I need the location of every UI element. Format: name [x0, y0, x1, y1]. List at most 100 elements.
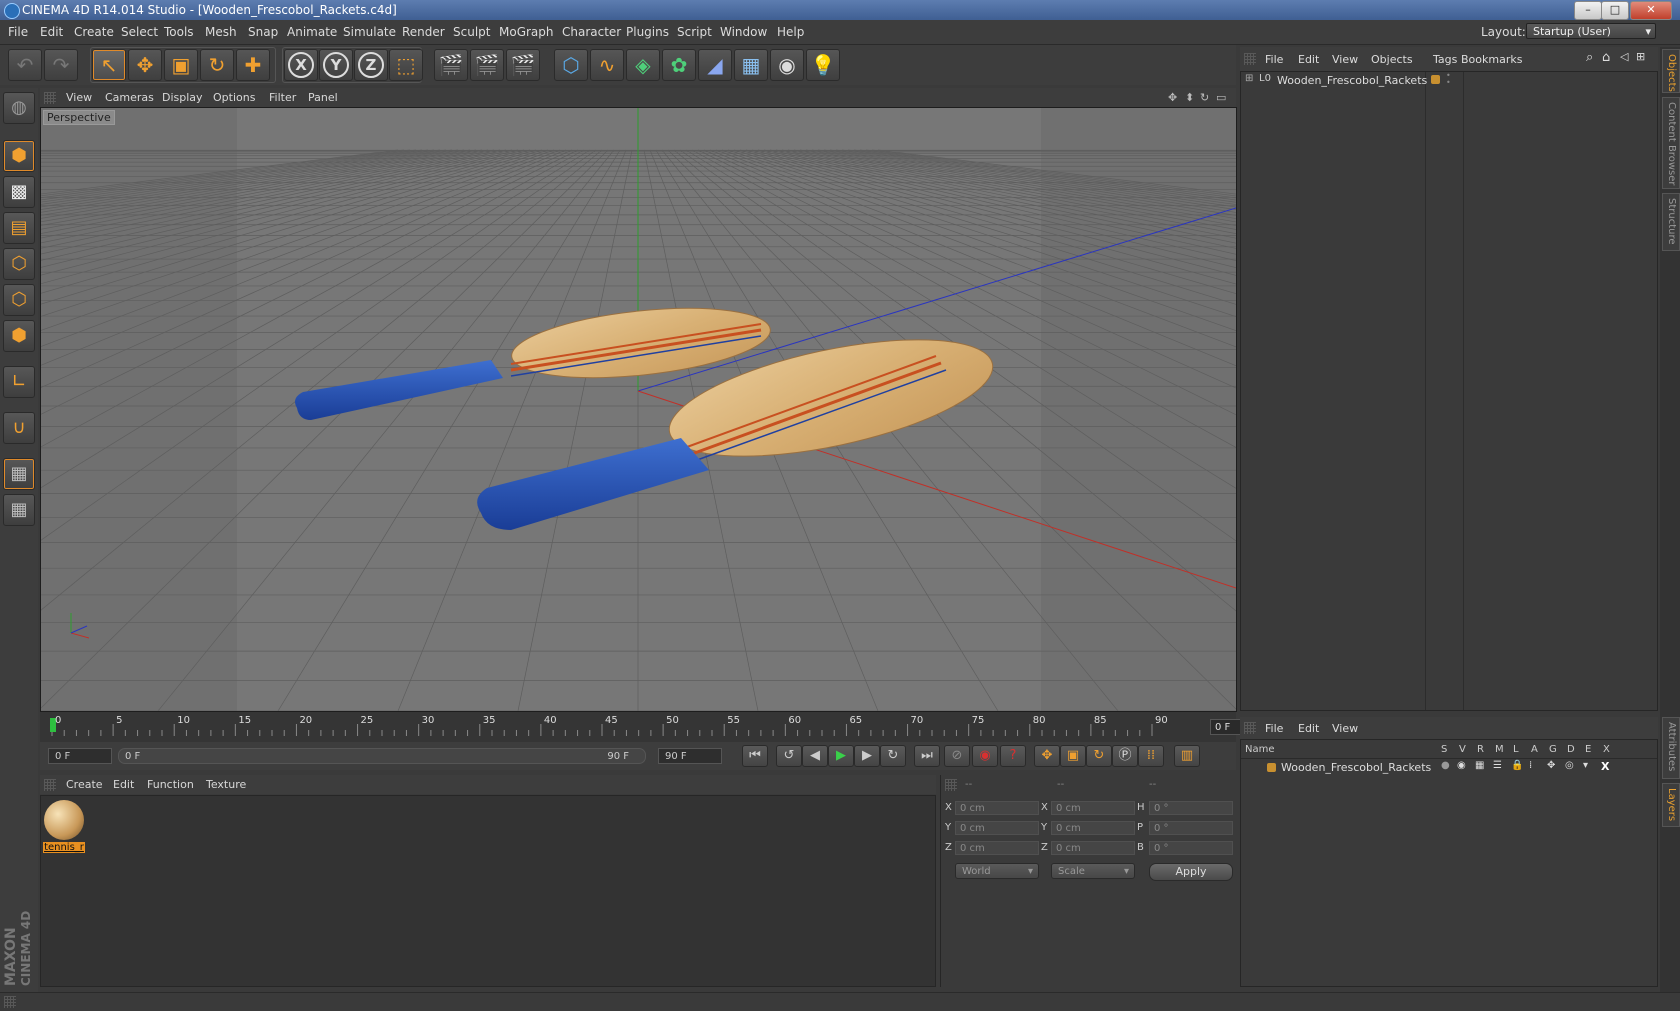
home-icon[interactable]: ⌂ [1602, 50, 1610, 65]
menu-help[interactable]: Help [777, 25, 804, 39]
coord-rot-p-field[interactable]: 0 ° [1149, 821, 1233, 835]
viewport-zoom-icon[interactable]: ⬍ [1185, 91, 1194, 104]
column-manager[interactable]: M [1495, 744, 1504, 755]
play-button[interactable]: ▶ [828, 745, 854, 767]
maximize-button[interactable]: □ [1601, 1, 1629, 20]
viewport-menu-panel[interactable]: Panel [308, 91, 338, 104]
panel-grip-icon[interactable] [1244, 53, 1256, 65]
viewport-maximize-icon[interactable]: ▭ [1216, 91, 1226, 104]
timeline-window-button[interactable]: ▥ [1174, 745, 1200, 767]
search-icon[interactable]: ⌕ [1586, 50, 1593, 65]
column-solo[interactable]: S [1441, 744, 1447, 755]
object-menu-edit[interactable]: Edit [1298, 53, 1319, 66]
go-to-start-button[interactable]: ⏮ [742, 745, 768, 767]
layer-menu-edit[interactable]: Edit [1298, 722, 1319, 735]
menu-mograph[interactable]: MoGraph [499, 25, 554, 39]
eye-icon[interactable]: ◉ [1457, 760, 1466, 771]
redo-button[interactable]: ↷ [44, 49, 78, 81]
panel-grip-icon[interactable] [1244, 722, 1256, 734]
coordinate-space-select[interactable]: World ▾ [955, 863, 1039, 879]
generator-icon[interactable]: ✥ [1547, 760, 1555, 771]
object-menu-file[interactable]: File [1265, 53, 1283, 66]
column-render[interactable]: R [1477, 744, 1484, 755]
menu-edit[interactable]: Edit [40, 25, 63, 39]
column-name[interactable]: Name [1245, 744, 1275, 755]
object-menu-tags[interactable]: Tags [1433, 53, 1457, 66]
layer-color-icon[interactable] [1267, 763, 1276, 772]
undo-button[interactable]: ↶ [8, 49, 42, 81]
object-menu-bookmarks[interactable]: Bookmarks [1461, 53, 1522, 66]
solo-dot-icon[interactable]: ● [1441, 760, 1450, 771]
array-button[interactable]: ✿ [662, 49, 696, 81]
perspective-viewport[interactable]: Perspective [40, 107, 1237, 712]
panel-grip-icon[interactable] [44, 779, 56, 791]
menu-file[interactable]: File [8, 25, 28, 39]
menu-simulate[interactable]: Simulate [343, 25, 396, 39]
previous-key-button[interactable]: ↺ [776, 745, 802, 767]
key-rotation-button[interactable]: ↻ [1086, 745, 1112, 767]
new-window-icon[interactable]: ⊞ [1636, 50, 1645, 63]
viewport-move-icon[interactable]: ✥ [1168, 91, 1177, 104]
keyframe-selection-button[interactable]: ? [1000, 745, 1026, 767]
coord-pos-z-field[interactable]: 0 cm [955, 841, 1039, 855]
coord-size-z-field[interactable]: 0 cm [1051, 841, 1135, 855]
manager-icon[interactable]: ☰ [1493, 760, 1502, 771]
column-view[interactable]: V [1459, 744, 1466, 755]
tab-layers[interactable]: Layers [1662, 783, 1680, 827]
cube-object-button[interactable]: ⬡ [554, 49, 588, 81]
edges-mode-button[interactable]: ⬡ [3, 284, 35, 316]
menu-create[interactable]: Create [74, 25, 114, 39]
menu-animate[interactable]: Animate [287, 25, 337, 39]
tab-attributes[interactable]: Attributes [1662, 717, 1680, 779]
end-frame-field[interactable]: 90 F [658, 748, 722, 764]
key-parameter-button[interactable]: Ⓟ [1112, 745, 1138, 767]
menu-script[interactable]: Script [677, 25, 712, 39]
column-deformers[interactable]: D [1567, 744, 1575, 755]
expand-icon[interactable]: ⊞ [1245, 73, 1253, 84]
apply-button[interactable]: Apply [1149, 863, 1233, 881]
menu-mesh[interactable]: Mesh [205, 25, 237, 39]
viewport-rotate-icon[interactable]: ↻ [1200, 91, 1209, 104]
render-icon[interactable]: ▦ [1475, 760, 1484, 771]
go-to-end-button[interactable]: ⏭ [914, 745, 940, 767]
coord-rot-h-field[interactable]: 0 ° [1149, 801, 1233, 815]
key-point-level-button[interactable]: ⁞⁞ [1138, 745, 1164, 767]
subdivision-surface-button[interactable]: ◈ [626, 49, 660, 81]
z-axis-button[interactable]: Z [354, 49, 388, 81]
viewport-menu-cameras[interactable]: Cameras [105, 91, 154, 104]
start-frame-field[interactable]: 0 F [48, 748, 112, 764]
model-mode-button[interactable]: ⬢ [3, 140, 35, 172]
tab-structure[interactable]: Structure [1662, 193, 1680, 251]
menu-character[interactable]: Character [562, 25, 621, 39]
autokey-button[interactable]: ◉ [972, 745, 998, 767]
back-icon[interactable]: ◁ [1620, 50, 1628, 63]
material-thumbnail[interactable]: tennis_r [43, 798, 85, 853]
layer-menu-file[interactable]: File [1265, 722, 1283, 735]
key-position-button[interactable]: ✥ [1034, 745, 1060, 767]
coordinate-mode-select[interactable]: Scale ▾ [1051, 863, 1135, 879]
render-view-button[interactable]: 🎬 [434, 49, 468, 81]
column-locked[interactable]: L [1513, 744, 1519, 755]
menu-tools[interactable]: Tools [164, 25, 194, 39]
coord-rot-b-field[interactable]: 0 ° [1149, 841, 1233, 855]
workplane-lock-button[interactable]: ▦ [3, 458, 35, 490]
workplane-rotate-button[interactable]: ▦ [3, 494, 35, 526]
points-mode-button[interactable]: ⬡ [3, 248, 35, 280]
layer-row[interactable]: Wooden_Frescobol_Rackets ● ◉ ▦ ☰ 🔒 ⁞ ✥ ◎… [1241, 760, 1657, 776]
menu-snap[interactable]: Snap [248, 25, 278, 39]
floor-button[interactable]: ▦ [734, 49, 768, 81]
column-expressions[interactable]: E [1585, 744, 1591, 755]
column-xref[interactable]: X [1603, 744, 1610, 755]
camera-button[interactable]: ◉ [770, 49, 804, 81]
make-editable-button[interactable]: ◍ [3, 92, 35, 124]
column-generators[interactable]: G [1549, 744, 1557, 755]
material-menu-texture[interactable]: Texture [206, 778, 246, 791]
layout-select[interactable]: Startup (User) ▾ [1526, 23, 1656, 39]
workplane-mode-button[interactable]: ▤ [3, 212, 35, 244]
material-menu-function[interactable]: Function [147, 778, 194, 791]
previous-frame-button[interactable]: ◀ [802, 745, 828, 767]
coord-size-y-field[interactable]: 0 cm [1051, 821, 1135, 835]
animation-icon[interactable]: ⁞ [1529, 760, 1532, 771]
column-animation[interactable]: A [1531, 744, 1538, 755]
lock-icon[interactable]: 🔒 [1511, 760, 1523, 771]
